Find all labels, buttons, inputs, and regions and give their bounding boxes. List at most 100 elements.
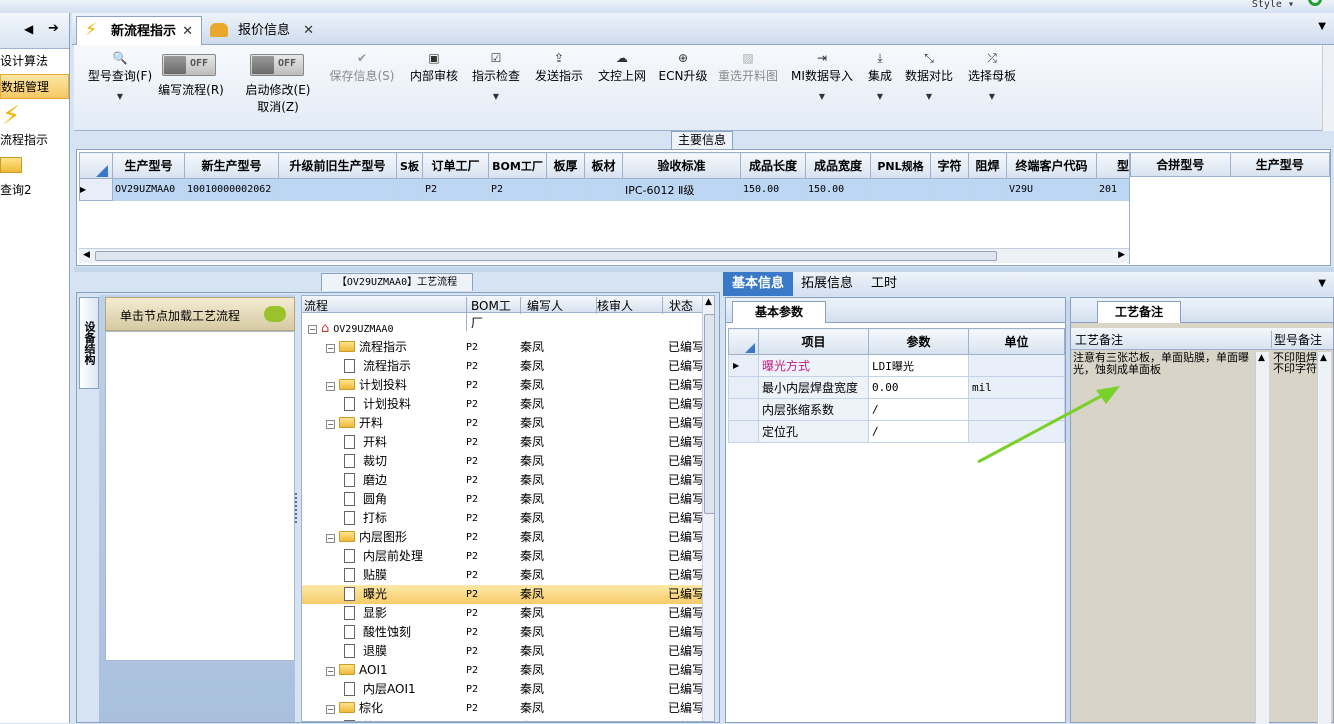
cancel-button[interactable]: 取消(Z) [242, 98, 314, 115]
table-cell[interactable]: P2 [422, 178, 489, 201]
tree-node[interactable]: 裁切 [344, 452, 387, 471]
column-header[interactable]: 升级前旧生产型号 [278, 152, 397, 179]
phone-icon[interactable] [1308, 0, 1322, 6]
collapse-icon[interactable]: − [326, 382, 335, 391]
scroll-left-icon[interactable]: ◀ [83, 250, 90, 260]
column-header[interactable]: 合拼型号 [1130, 152, 1231, 177]
tree-row[interactable]: − 棕化 P2 秦凤 已编写 [302, 699, 702, 718]
column-header[interactable]: 单位 [968, 328, 1065, 355]
tree-row[interactable]: 退膜 P2 秦凤 已编写 [302, 642, 702, 661]
table-cell[interactable] [870, 178, 931, 201]
collapse-icon[interactable]: − [326, 420, 335, 429]
tree-row[interactable]: − 计划投料 P2 秦凤 已编写 [302, 376, 702, 395]
tree-node[interactable]: 计划投料 [344, 395, 411, 414]
doc-upload-button[interactable]: ☁ 文控上网 [596, 49, 648, 84]
table-cell[interactable]: IPC-6012 Ⅱ级 [622, 178, 741, 201]
column-header[interactable]: PNL规格 [870, 152, 931, 179]
data-compare-button[interactable]: ⤡ 数据对比 ▼ [902, 49, 956, 101]
mi-import-button[interactable]: ⇥ MI数据导入 ▼ [790, 49, 854, 101]
table-row[interactable]: ▶ 曝光方式 LDI曝光 [728, 354, 1065, 377]
column-header[interactable]: 终端客户代码 [1006, 152, 1097, 179]
tree-node[interactable]: 打标 [344, 509, 387, 528]
collapse-icon[interactable]: − [326, 534, 335, 543]
tab-work-hours[interactable]: 工时 [871, 272, 897, 296]
style-menu[interactable]: Style ▾ [1252, 0, 1294, 10]
column-header[interactable]: 生产型号 [112, 152, 185, 179]
instruction-check-button[interactable]: ☑ 指示检查 ▼ [470, 49, 522, 101]
model-query-button[interactable]: 🔍 型号查询(F) ▼ [80, 49, 160, 101]
chevron-down-icon[interactable]: ▼ [1318, 21, 1326, 32]
tree-node[interactable]: − 棕化 [326, 699, 383, 718]
tree-row[interactable]: 酸性蚀刻 P2 秦凤 已编写 [302, 623, 702, 642]
scroll-thumb[interactable] [95, 251, 997, 261]
table-cell[interactable] [546, 178, 585, 201]
column-header[interactable]: 新生产型号 [184, 152, 279, 179]
tree-scrollbar[interactable]: ▲ [702, 296, 714, 721]
tree-row[interactable]: − 流程指示 P2 秦凤 已编写 [302, 338, 702, 357]
tree-node[interactable]: 开料 [344, 433, 387, 452]
tree-node[interactable]: − 流程指示 [326, 338, 407, 357]
nav-item-flow-instruction[interactable]: ⚡ 流程指示 [0, 99, 69, 151]
model-note-scrollbar[interactable]: ▲ [1317, 352, 1331, 724]
tree-node[interactable]: 内层前处理 [344, 547, 423, 566]
collapse-icon[interactable]: − [308, 325, 317, 334]
tab-extended-info[interactable]: 拓展信息 [801, 272, 853, 296]
tree-node[interactable]: 曝光 [344, 585, 387, 604]
integrate-button[interactable]: ⤓ 集成 ▼ [862, 49, 898, 101]
collapse-icon[interactable]: − [326, 344, 335, 353]
tab-new-flow-instruction[interactable]: ⚡ 新流程指示 ✕ [76, 16, 202, 45]
tree-node[interactable]: − AOI1 [326, 661, 388, 680]
tree-row[interactable]: 圆角 P2 秦凤 已编写 [302, 490, 702, 509]
send-instruction-button[interactable]: ⇪ 发送指示 [532, 49, 586, 84]
column-header[interactable]: 编写人 [520, 297, 596, 314]
save-info-button[interactable]: ✔ 保存信息(S) [326, 49, 398, 84]
column-header[interactable]: 阻焊 [968, 152, 1007, 179]
process-note-text[interactable]: 注意有三张芯板，单面贴膜，单面曝光，蚀刻成单面板 [1073, 352, 1255, 376]
tree-row[interactable]: 计划投料 P2 秦凤 已编写 [302, 395, 702, 414]
column-header[interactable]: 流程 [304, 297, 328, 314]
table-cell[interactable] [968, 178, 1007, 201]
note-scrollbar[interactable]: ▲ [1255, 352, 1269, 724]
tree-node[interactable]: − 内层图形 [326, 528, 407, 547]
nav-item-design-algorithm[interactable]: 设计算法 [0, 49, 69, 74]
table-cell[interactable] [396, 178, 423, 201]
nav-item-query[interactable]: 查询2 [0, 151, 69, 203]
tree-node[interactable]: 棕化 [344, 718, 387, 721]
column-header[interactable]: 型号备注 [1271, 331, 1322, 348]
column-header[interactable]: 板厚 [546, 152, 585, 179]
tab-basic-params[interactable]: 基本参数 [732, 301, 826, 323]
nav-item-data-management[interactable]: 数据管理 [0, 74, 69, 99]
tab-basic-info[interactable]: 基本信息 [723, 272, 793, 296]
tree-row[interactable]: 内层前处理 P2 秦凤 已编写 [302, 547, 702, 566]
cell-param[interactable]: / [868, 420, 969, 443]
tree-node[interactable]: 磨边 [344, 471, 387, 490]
column-header[interactable]: 型 [1096, 152, 1129, 179]
tree-node[interactable]: 退膜 [344, 642, 387, 661]
column-header[interactable]: 成品长度 [740, 152, 806, 179]
tree-node[interactable]: − ⌂ OV29UZMAA0 [308, 319, 393, 339]
table-cell[interactable]: 150.00 [805, 178, 871, 201]
column-header[interactable]: 字符 [930, 152, 969, 179]
column-header[interactable]: 核审人 [596, 297, 662, 314]
tab-process-notes[interactable]: 工艺备注 [1097, 301, 1181, 323]
scroll-up-icon[interactable]: ▲ [1320, 353, 1327, 363]
close-icon[interactable]: ✕ [182, 17, 193, 46]
column-header[interactable]: 成品宽度 [805, 152, 871, 179]
tree-node[interactable]: 贴膜 [344, 566, 387, 585]
tree-row[interactable]: 贴膜 P2 秦凤 已编写 [302, 566, 702, 585]
cell-param[interactable]: LDI曝光 [868, 354, 969, 377]
tree-node[interactable]: 圆角 [344, 490, 387, 509]
start-modify-toggle[interactable]: OFF [250, 54, 304, 76]
tree-row[interactable]: 棕化 P2 秦凤 已编写 [302, 718, 702, 721]
ecn-upgrade-button[interactable]: ⊕ ECN升级 [658, 49, 708, 84]
table-cell[interactable] [584, 178, 623, 201]
table-cell[interactable]: 150.00 [740, 178, 806, 201]
collapse-icon[interactable]: − [326, 667, 335, 676]
tree-row[interactable]: − ⌂ OV29UZMAA0 [302, 319, 702, 338]
tree-row[interactable]: − 开料 P2 秦凤 已编写 [302, 414, 702, 433]
table-cell[interactable] [278, 178, 397, 201]
tree-row[interactable]: − AOI1 P2 秦凤 已编写 [302, 661, 702, 680]
column-header[interactable]: 项目 [758, 328, 869, 355]
internal-review-button[interactable]: ▣ 内部审核 [408, 49, 460, 84]
scroll-up-icon[interactable]: ▲ [705, 297, 712, 307]
